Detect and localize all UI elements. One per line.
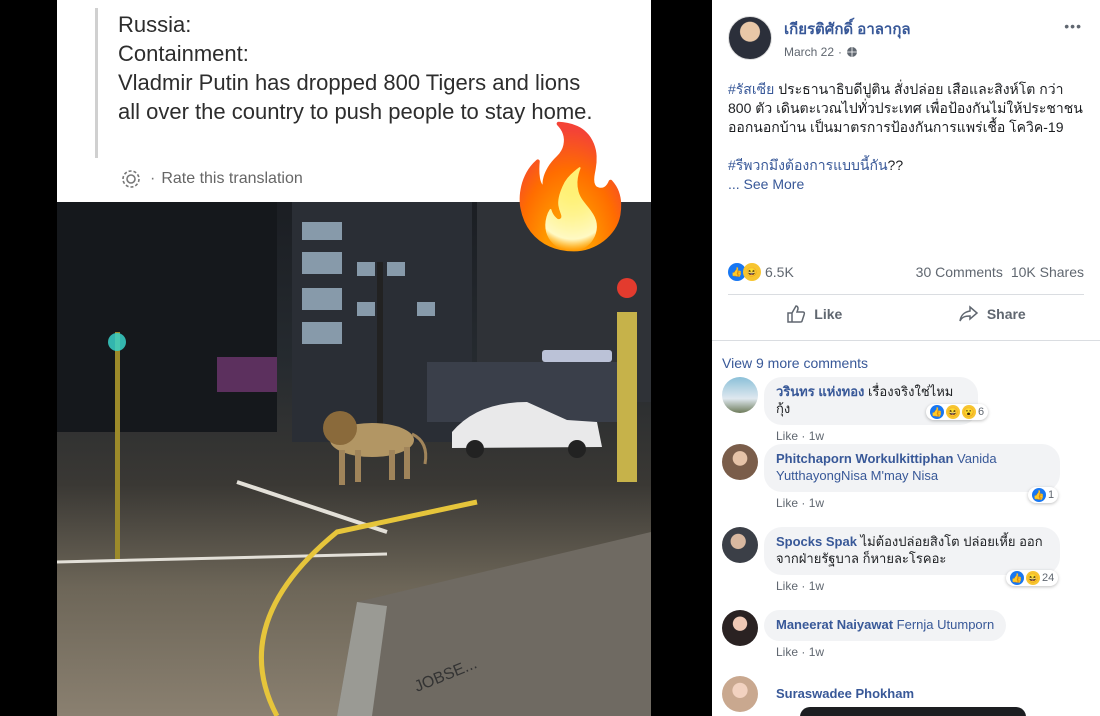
comment-reaction-count: 1 bbox=[1048, 489, 1055, 501]
comment-reactions[interactable]: 👍 1 bbox=[1028, 487, 1059, 503]
comment-time[interactable]: 1w bbox=[809, 496, 824, 510]
gear-icon bbox=[122, 170, 140, 188]
haha-reaction-icon: 😆 bbox=[946, 405, 960, 419]
wow-reaction-icon: 😮 bbox=[962, 405, 976, 419]
facebook-post: เกียรติศักดิ์ อาลากุล March 22 · ••• #รั… bbox=[712, 0, 1100, 716]
post-body: ประธานาธิบดีปูติน สั่งปล่อย เสือและสิงห์… bbox=[728, 81, 1083, 135]
post-body-2: ?? bbox=[887, 157, 904, 173]
comment-time[interactable]: 1w bbox=[809, 579, 824, 593]
commenter-avatar[interactable] bbox=[722, 444, 758, 480]
rate-translation-label: Rate this translation bbox=[161, 170, 303, 187]
commenter-avatar[interactable] bbox=[722, 527, 758, 563]
post-header: เกียรติศักดิ์ อาลากุล March 22 · bbox=[728, 16, 911, 60]
action-bar: Like Share bbox=[728, 304, 1084, 324]
comment-bubble: Phitchaporn Workulkittiphan Vanida Yutth… bbox=[764, 444, 1060, 492]
comment-reaction-count: 6 bbox=[978, 406, 985, 418]
view-more-comments[interactable]: View 9 more comments bbox=[722, 355, 868, 371]
comment-like-link[interactable]: Like bbox=[776, 496, 798, 510]
translation-text: Russia: Containment: Vladmir Putin has d… bbox=[118, 10, 638, 126]
hashtag-second[interactable]: #รีพวกมึงต้องการแบบนี้กัน bbox=[728, 157, 888, 173]
fire-emoji: 🔥 bbox=[497, 121, 644, 253]
comment-reactions[interactable]: 👍 😆 24 bbox=[1006, 570, 1059, 586]
commenter-name[interactable]: วรินทร แห่งทอง bbox=[776, 384, 864, 399]
like-reaction-icon: 👍 bbox=[1010, 571, 1024, 585]
see-more-link[interactable]: ... See More bbox=[728, 175, 1084, 194]
hashtag-russia[interactable]: #รัสเซีย bbox=[728, 81, 774, 97]
like-label: Like bbox=[814, 306, 843, 322]
post-options-button[interactable]: ••• bbox=[1064, 18, 1082, 34]
share-icon bbox=[959, 305, 978, 322]
commenter-name[interactable]: Suraswadee Phokham bbox=[776, 686, 914, 701]
reaction-bar: 👍 😆 6.5K 30 Comments 10K Shares bbox=[728, 263, 1084, 281]
share-button[interactable]: Share bbox=[959, 304, 1026, 324]
comment-reaction-count: 24 bbox=[1042, 572, 1055, 584]
shares-count[interactable]: 10K Shares bbox=[1011, 264, 1084, 280]
like-reaction-icon: 👍 bbox=[1032, 488, 1046, 502]
author-avatar[interactable] bbox=[728, 16, 772, 60]
comment-like-link[interactable]: Like bbox=[776, 429, 798, 443]
comment-bubble: Spocks Spak ไม่ต้องปล่อยสิงโต ปล่อยเหี้ย… bbox=[764, 527, 1060, 575]
comment-bubble: Maneerat Naiyawat Fernja Utumporn bbox=[764, 610, 1007, 641]
haha-reaction-icon: 😆 bbox=[1026, 571, 1040, 585]
lion-street-photo[interactable]: JOBSE... bbox=[57, 202, 651, 716]
commenter-avatar[interactable] bbox=[722, 610, 758, 646]
reaction-count[interactable]: 6.5K bbox=[765, 264, 794, 280]
commenter-avatar[interactable] bbox=[722, 676, 758, 712]
comment-text[interactable]: Fernja Utumporn bbox=[893, 617, 995, 632]
globe-icon bbox=[847, 47, 858, 57]
commenter-name[interactable]: Phitchaporn Workulkittiphan bbox=[776, 451, 953, 466]
comment-like-link[interactable]: Like bbox=[776, 579, 798, 593]
comment-item: Maneerat Naiyawat Fernja Utumporn Like ·… bbox=[722, 610, 1007, 659]
haha-reaction-icon: 😆 bbox=[743, 263, 761, 281]
comment-reactions[interactable]: 👍 😆 😮 6 bbox=[926, 404, 989, 420]
quote-bar bbox=[95, 8, 98, 158]
translation-line: Containment: bbox=[118, 41, 249, 66]
translation-line: Russia: bbox=[118, 12, 192, 37]
commenter-name[interactable]: Maneerat Naiyawat bbox=[776, 617, 893, 632]
like-reaction-icon: 👍 bbox=[930, 405, 944, 419]
comment-item: Phitchaporn Workulkittiphan Vanida Yutth… bbox=[722, 444, 1060, 510]
like-button[interactable]: Like bbox=[786, 304, 842, 324]
comment-time[interactable]: 1w bbox=[809, 645, 824, 659]
author-name[interactable]: เกียรติศักดิ์ อาลากุล bbox=[784, 17, 911, 41]
post-date[interactable]: March 22 bbox=[784, 45, 834, 59]
share-label: Share bbox=[986, 306, 1026, 322]
shared-image-panel: Russia: Containment: Vladmir Putin has d… bbox=[57, 0, 651, 716]
rate-translation[interactable]: · Rate this translation bbox=[118, 166, 303, 192]
comment-item: Suraswadee Phokham bbox=[722, 676, 1026, 716]
street-scene: JOBSE... bbox=[57, 202, 651, 716]
comments-count[interactable]: 30 Comments bbox=[916, 264, 1003, 280]
comment-time[interactable]: 1w bbox=[809, 429, 824, 443]
commenter-name[interactable]: Spocks Spak bbox=[776, 534, 857, 549]
reply-preview bbox=[800, 707, 1026, 716]
comment-like-link[interactable]: Like bbox=[776, 645, 798, 659]
thumbs-up-icon bbox=[787, 305, 806, 323]
commenter-avatar[interactable] bbox=[722, 377, 758, 413]
post-text: #รัสเซีย ประธานาธิบดีปูติน สั่งปล่อย เสื… bbox=[728, 80, 1084, 194]
